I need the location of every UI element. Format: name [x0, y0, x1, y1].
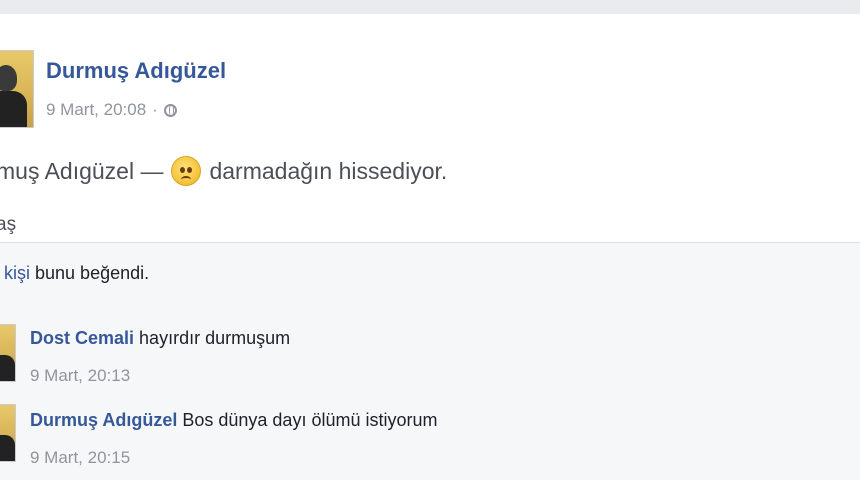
comment-text: Bos dünya dayı ölümü istiyorum: [182, 410, 438, 430]
post-author-avatar[interactable]: [0, 50, 34, 128]
status-tagged-name[interactable]: muş Adıgüzel —: [0, 158, 163, 185]
comment-author[interactable]: Dost Cemali: [30, 328, 134, 348]
comments-section: Dost Cemali hayırdır durmuşum 9 Mart, 20…: [0, 306, 860, 480]
share-link[interactable]: aş: [0, 214, 16, 236]
likes-suffix: bunu beğendi.: [35, 263, 150, 283]
post-card: Durmuş Adıgüzel 9 Mart, 20:08 · muş Adıg…: [0, 14, 860, 480]
likes-summary: kişi bunu beğendi.: [4, 263, 149, 284]
meta-separator: ·: [152, 100, 158, 119]
likes-count-link[interactable]: kişi: [4, 263, 30, 283]
comment-item: Dost Cemali hayırdır durmuşum: [30, 328, 290, 349]
globe-icon[interactable]: [163, 103, 177, 117]
comment-item: Durmuş Adıgüzel Bos dünya dayı ölümü ist…: [30, 410, 437, 431]
post-status: muş Adıgüzel — darmadağın hissediyor.: [0, 156, 447, 186]
comment-avatar[interactable]: [0, 324, 16, 382]
comment-avatar[interactable]: [0, 404, 16, 462]
comment-text: hayırdır durmuşum: [139, 328, 291, 348]
comment-author[interactable]: Durmuş Adıgüzel: [30, 410, 177, 430]
post-meta: 9 Mart, 20:08 ·: [46, 100, 177, 120]
comment-timestamp[interactable]: 9 Mart, 20:13: [30, 366, 130, 386]
comment-timestamp[interactable]: 9 Mart, 20:15: [30, 448, 130, 468]
post-author-name[interactable]: Durmuş Adıgüzel: [46, 58, 226, 84]
sad-face-emoji-icon: [171, 156, 202, 186]
status-feeling-text: darmadağın hissediyor.: [209, 157, 448, 184]
post-timestamp[interactable]: 9 Mart, 20:08: [46, 100, 146, 120]
likes-bar: kişi bunu beğendi.: [0, 242, 860, 308]
